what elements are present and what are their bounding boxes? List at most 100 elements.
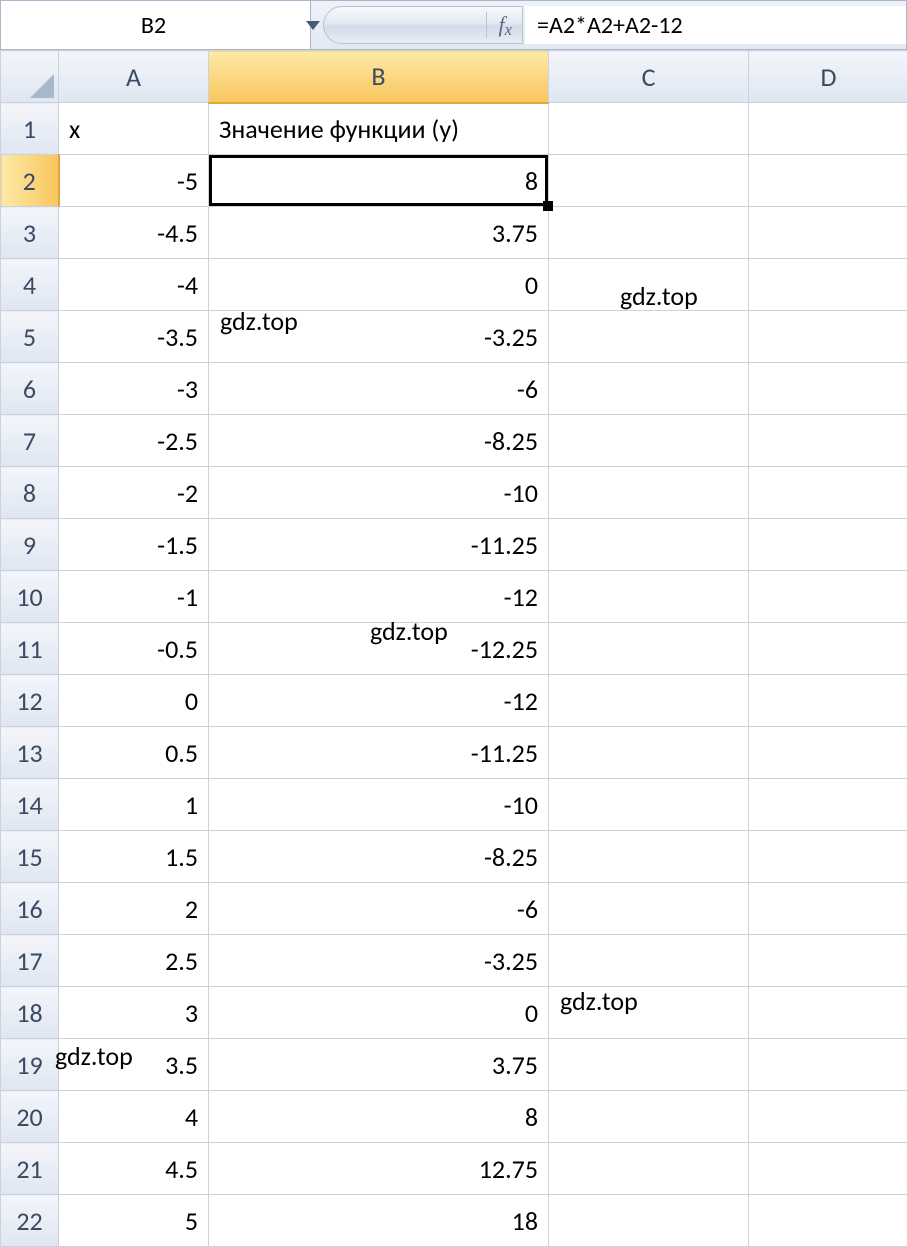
cell-D11[interactable]	[749, 623, 907, 675]
row-header-15[interactable]: 15	[1, 831, 59, 883]
cell-C5[interactable]	[549, 311, 749, 363]
row-header-18[interactable]: 18	[1, 987, 59, 1039]
cell-A1[interactable]: x	[59, 103, 209, 155]
row-header-9[interactable]: 9	[1, 519, 59, 571]
row-header-2[interactable]: 2	[1, 155, 59, 207]
cell-B19[interactable]: 3.75	[209, 1039, 549, 1091]
cell-D3[interactable]	[749, 207, 907, 259]
cell-A15[interactable]: 1.5	[59, 831, 209, 883]
row-header-12[interactable]: 12	[1, 675, 59, 727]
cell-D18[interactable]	[749, 987, 907, 1039]
select-all-corner[interactable]	[1, 51, 59, 103]
cell-C20[interactable]	[549, 1091, 749, 1143]
row-header-4[interactable]: 4	[1, 259, 59, 311]
col-header-D[interactable]: D	[749, 51, 907, 103]
formula-input[interactable]	[525, 6, 906, 44]
cell-C2[interactable]	[549, 155, 749, 207]
col-header-C[interactable]: C	[549, 51, 749, 103]
cell-B15[interactable]: -8.25	[209, 831, 549, 883]
cell-A2[interactable]: -5	[59, 155, 209, 207]
row-header-21[interactable]: 21	[1, 1143, 59, 1195]
cell-A6[interactable]: -3	[59, 363, 209, 415]
cell-D16[interactable]	[749, 883, 907, 935]
name-box-input[interactable]	[9, 7, 298, 44]
cell-D20[interactable]	[749, 1091, 907, 1143]
row-header-20[interactable]: 20	[1, 1091, 59, 1143]
cell-B6[interactable]: -6	[209, 363, 549, 415]
cell-C14[interactable]	[549, 779, 749, 831]
cell-C17[interactable]	[549, 935, 749, 987]
cell-B14[interactable]: -10	[209, 779, 549, 831]
col-header-A[interactable]: A	[59, 51, 209, 103]
row-header-6[interactable]: 6	[1, 363, 59, 415]
row-header-11[interactable]: 11	[1, 623, 59, 675]
cell-B18[interactable]: 0	[209, 987, 549, 1039]
cell-D10[interactable]	[749, 571, 907, 623]
cell-B2[interactable]: 8	[209, 155, 549, 207]
row-header-8[interactable]: 8	[1, 467, 59, 519]
cell-B21[interactable]: 12.75	[209, 1143, 549, 1195]
cell-B20[interactable]: 8	[209, 1091, 549, 1143]
cell-D21[interactable]	[749, 1143, 907, 1195]
cell-B12[interactable]: -12	[209, 675, 549, 727]
cell-A19[interactable]: 3.5	[59, 1039, 209, 1091]
row-header-10[interactable]: 10	[1, 571, 59, 623]
insert-function-button[interactable]: fx	[323, 6, 523, 44]
cell-A16[interactable]: 2	[59, 883, 209, 935]
cell-A9[interactable]: -1.5	[59, 519, 209, 571]
cell-D15[interactable]	[749, 831, 907, 883]
cell-A13[interactable]: 0.5	[59, 727, 209, 779]
cell-B3[interactable]: 3.75	[209, 207, 549, 259]
cell-C6[interactable]	[549, 363, 749, 415]
cell-A5[interactable]: -3.5	[59, 311, 209, 363]
cell-B4[interactable]: 0	[209, 259, 549, 311]
cell-C1[interactable]	[549, 103, 749, 155]
cell-A12[interactable]: 0	[59, 675, 209, 727]
cell-B16[interactable]: -6	[209, 883, 549, 935]
cell-B22[interactable]: 18	[209, 1195, 549, 1247]
cell-C18[interactable]	[549, 987, 749, 1039]
cell-C7[interactable]	[549, 415, 749, 467]
row-header-16[interactable]: 16	[1, 883, 59, 935]
cell-A20[interactable]: 4	[59, 1091, 209, 1143]
cell-A18[interactable]: 3	[59, 987, 209, 1039]
cell-A10[interactable]: -1	[59, 571, 209, 623]
cell-C9[interactable]	[549, 519, 749, 571]
cell-D2[interactable]	[749, 155, 907, 207]
cell-D4[interactable]	[749, 259, 907, 311]
cell-B9[interactable]: -11.25	[209, 519, 549, 571]
row-header-17[interactable]: 17	[1, 935, 59, 987]
cell-A3[interactable]: -4.5	[59, 207, 209, 259]
row-header-5[interactable]: 5	[1, 311, 59, 363]
cell-D14[interactable]	[749, 779, 907, 831]
cell-D7[interactable]	[749, 415, 907, 467]
cell-C3[interactable]	[549, 207, 749, 259]
cell-C19[interactable]	[549, 1039, 749, 1091]
cell-C16[interactable]	[549, 883, 749, 935]
row-header-13[interactable]: 13	[1, 727, 59, 779]
cell-D12[interactable]	[749, 675, 907, 727]
cell-C11[interactable]	[549, 623, 749, 675]
row-header-22[interactable]: 22	[1, 1195, 59, 1247]
cell-A7[interactable]: -2.5	[59, 415, 209, 467]
cell-D8[interactable]	[749, 467, 907, 519]
row-header-19[interactable]: 19	[1, 1039, 59, 1091]
row-header-14[interactable]: 14	[1, 779, 59, 831]
cell-D17[interactable]	[749, 935, 907, 987]
cell-D9[interactable]	[749, 519, 907, 571]
row-header-1[interactable]: 1	[1, 103, 59, 155]
cell-C22[interactable]	[549, 1195, 749, 1247]
cell-A17[interactable]: 2.5	[59, 935, 209, 987]
cell-C15[interactable]	[549, 831, 749, 883]
cell-D13[interactable]	[749, 727, 907, 779]
cell-B10[interactable]: -12	[209, 571, 549, 623]
cell-C4[interactable]	[549, 259, 749, 311]
cell-C10[interactable]	[549, 571, 749, 623]
row-header-3[interactable]: 3	[1, 207, 59, 259]
cell-D1[interactable]	[749, 103, 907, 155]
cell-C12[interactable]	[549, 675, 749, 727]
cell-D6[interactable]	[749, 363, 907, 415]
cell-A22[interactable]: 5	[59, 1195, 209, 1247]
col-header-B[interactable]: B	[209, 51, 549, 103]
cell-A4[interactable]: -4	[59, 259, 209, 311]
